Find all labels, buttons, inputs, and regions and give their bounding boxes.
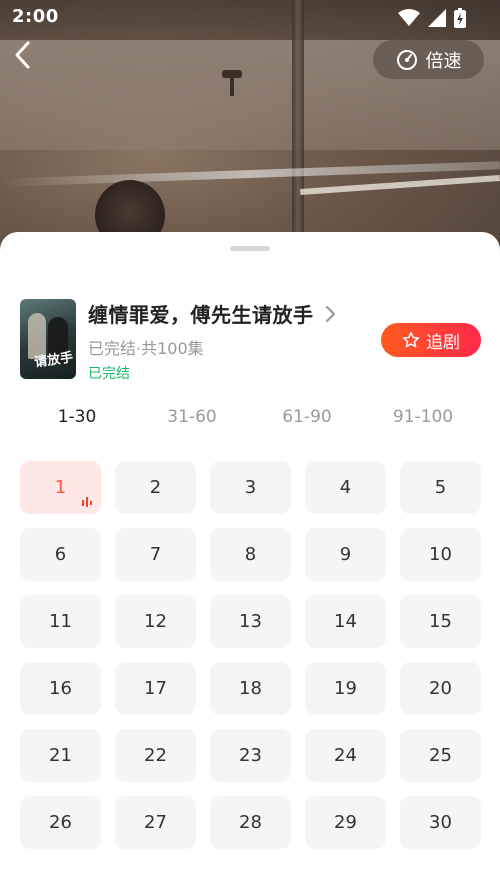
episode-button[interactable]: 23: [210, 729, 291, 782]
status-bar: 2:00: [0, 0, 500, 34]
episode-button[interactable]: 26: [20, 796, 101, 849]
episode-number: 16: [49, 678, 72, 699]
episode-number: 24: [334, 745, 357, 766]
episode-number: 9: [339, 544, 352, 565]
episode-button[interactable]: 9: [305, 528, 386, 581]
drama-poster[interactable]: 请放手: [20, 299, 76, 379]
episode-button[interactable]: 13: [210, 595, 291, 648]
episode-button[interactable]: 18: [210, 662, 291, 715]
speed-icon: [396, 49, 417, 70]
episode-number: 8: [244, 544, 257, 565]
episode-button[interactable]: 10: [400, 528, 481, 581]
episode-button[interactable]: 16: [20, 662, 101, 715]
sheet-drag-handle[interactable]: [230, 246, 270, 251]
poster-title: 请放手: [33, 350, 75, 371]
episode-number: 15: [429, 611, 452, 632]
video-frame-light-strip: [300, 175, 500, 195]
star-icon: [402, 331, 420, 348]
episode-button[interactable]: 6: [20, 528, 101, 581]
episode-number: 1: [54, 477, 67, 498]
episode-number: 23: [239, 745, 262, 766]
drama-meta: 已完结·共100集: [88, 339, 204, 358]
episode-button[interactable]: 4: [305, 461, 386, 514]
episode-button[interactable]: 22: [115, 729, 196, 782]
follow-drama-label: 追剧: [426, 332, 460, 353]
episode-button[interactable]: 28: [210, 796, 291, 849]
episode-button[interactable]: 14: [305, 595, 386, 648]
drama-title-link[interactable]: 缠情罪爱，傅先生请放手: [88, 299, 336, 328]
episode-number: 6: [54, 544, 67, 565]
drama-title: 缠情罪爱，傅先生请放手: [88, 303, 314, 327]
episode-number: 4: [339, 477, 352, 498]
tab-range-1[interactable]: 1-30: [37, 407, 117, 427]
follow-drama-button[interactable]: 追剧: [381, 323, 481, 357]
playback-speed-label: 倍速: [425, 50, 462, 72]
episode-number: 13: [239, 611, 262, 632]
episode-button[interactable]: 15: [400, 595, 481, 648]
episode-sheet: 请放手 缠情罪爱，傅先生请放手 已完结·共100集 已完结 追剧 1-30 31…: [0, 232, 500, 889]
episode-button[interactable]: 1: [20, 461, 101, 514]
wifi-icon: [398, 9, 420, 26]
video-player[interactable]: [0, 0, 500, 260]
episode-number: 29: [334, 812, 357, 833]
tab-range-4[interactable]: 91-100: [383, 407, 463, 427]
episode-number: 10: [429, 544, 452, 565]
episode-number: 30: [429, 812, 452, 833]
tab-range-2[interactable]: 31-60: [152, 407, 232, 427]
now-playing-icon: [82, 497, 92, 507]
episode-button[interactable]: 27: [115, 796, 196, 849]
episode-number: 11: [49, 611, 72, 632]
status-icons: [398, 8, 466, 28]
signal-icon: [428, 9, 446, 27]
episode-button[interactable]: 19: [305, 662, 386, 715]
episode-number: 27: [144, 812, 167, 833]
battery-icon: [454, 8, 466, 28]
tab-range-3[interactable]: 61-90: [267, 407, 347, 427]
drama-status: 已完结: [88, 366, 130, 382]
episode-button[interactable]: 2: [115, 461, 196, 514]
video-frame-pole: [292, 0, 304, 260]
back-button[interactable]: [6, 38, 40, 72]
episode-number: 14: [334, 611, 357, 632]
episode-button[interactable]: 8: [210, 528, 291, 581]
episode-button[interactable]: 12: [115, 595, 196, 648]
episode-number: 19: [334, 678, 357, 699]
episode-number: 26: [49, 812, 72, 833]
chevron-right-icon: [325, 305, 335, 322]
episode-button[interactable]: 25: [400, 729, 481, 782]
episode-number: 12: [144, 611, 167, 632]
episode-button[interactable]: 30: [400, 796, 481, 849]
episode-button[interactable]: 7: [115, 528, 196, 581]
episode-button[interactable]: 29: [305, 796, 386, 849]
episode-number: 21: [49, 745, 72, 766]
episode-number: 20: [429, 678, 452, 699]
episode-button[interactable]: 21: [20, 729, 101, 782]
episode-number: 18: [239, 678, 262, 699]
episode-button[interactable]: 3: [210, 461, 291, 514]
status-time: 2:00: [12, 6, 59, 27]
playback-speed-button[interactable]: 倍速: [373, 40, 484, 79]
episode-number: 2: [149, 477, 162, 498]
episode-button[interactable]: 24: [305, 729, 386, 782]
episode-number: 17: [144, 678, 167, 699]
episode-number: 7: [149, 544, 162, 565]
episode-number: 28: [239, 812, 262, 833]
episode-number: 5: [434, 477, 447, 498]
episode-number: 25: [429, 745, 452, 766]
episode-button[interactable]: 17: [115, 662, 196, 715]
chevron-left-icon: [15, 41, 30, 69]
episode-range-tabs: 1-30 31-60 61-90 91-100: [0, 407, 500, 431]
episode-button[interactable]: 20: [400, 662, 481, 715]
episode-button[interactable]: 11: [20, 595, 101, 648]
episode-number: 22: [144, 745, 167, 766]
video-frame-fixture-stem: [230, 76, 234, 96]
episode-button[interactable]: 5: [400, 461, 481, 514]
episode-number: 3: [244, 477, 257, 498]
